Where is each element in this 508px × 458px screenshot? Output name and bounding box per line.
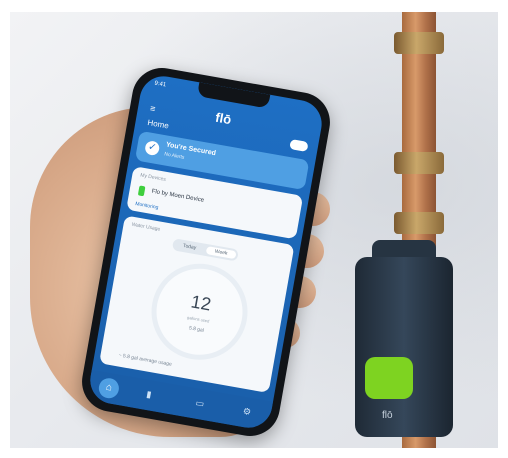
toggle-week[interactable]: Week bbox=[205, 246, 237, 260]
device-icon bbox=[137, 185, 146, 197]
device-status: Monitoring bbox=[134, 201, 159, 211]
devices-card-title: My Devices bbox=[139, 172, 167, 183]
average-usage: ~ 5.8 gal average usage bbox=[118, 352, 173, 368]
phone-notch bbox=[196, 82, 271, 109]
valve-logo: flō bbox=[382, 410, 393, 421]
gear-icon[interactable]: ⚙ bbox=[242, 406, 252, 418]
pipe-fitting-top bbox=[394, 32, 444, 54]
usage-card-title: Water Usage bbox=[131, 221, 161, 233]
chat-icon[interactable]: ▭ bbox=[195, 398, 205, 410]
toggle-today[interactable]: Today bbox=[174, 241, 205, 254]
valve-green-knob bbox=[365, 357, 413, 399]
product-photo: flō 9:41 ≡ flō Home ✓ You're Secured No … bbox=[10, 12, 498, 448]
pipe-fitting-lower bbox=[394, 212, 444, 234]
screen-title: Home bbox=[146, 117, 170, 131]
check-icon: ✓ bbox=[144, 139, 161, 157]
image-frame: flō 9:41 ≡ flō Home ✓ You're Secured No … bbox=[0, 0, 508, 458]
chart-icon[interactable]: ▮ bbox=[145, 389, 153, 401]
app-logo: flō bbox=[214, 109, 233, 128]
device-name: Flo by Moen Device bbox=[151, 188, 205, 204]
pipe-fitting-middle bbox=[394, 152, 444, 174]
usage-gauge: 12 gallons used 5.8 gal bbox=[143, 256, 256, 368]
menu-icon[interactable]: ≡ bbox=[149, 103, 160, 114]
secure-subtitle: No Alerts bbox=[163, 151, 185, 161]
home-icon[interactable]: ⌂ bbox=[97, 376, 121, 400]
home-mode-toggle[interactable] bbox=[289, 139, 309, 153]
status-time: 9:41 bbox=[153, 80, 167, 89]
usage-range-toggle[interactable]: Today Week bbox=[171, 238, 239, 262]
water-usage-card[interactable]: Water Usage Today Week 12 gallons used 5… bbox=[99, 215, 295, 393]
